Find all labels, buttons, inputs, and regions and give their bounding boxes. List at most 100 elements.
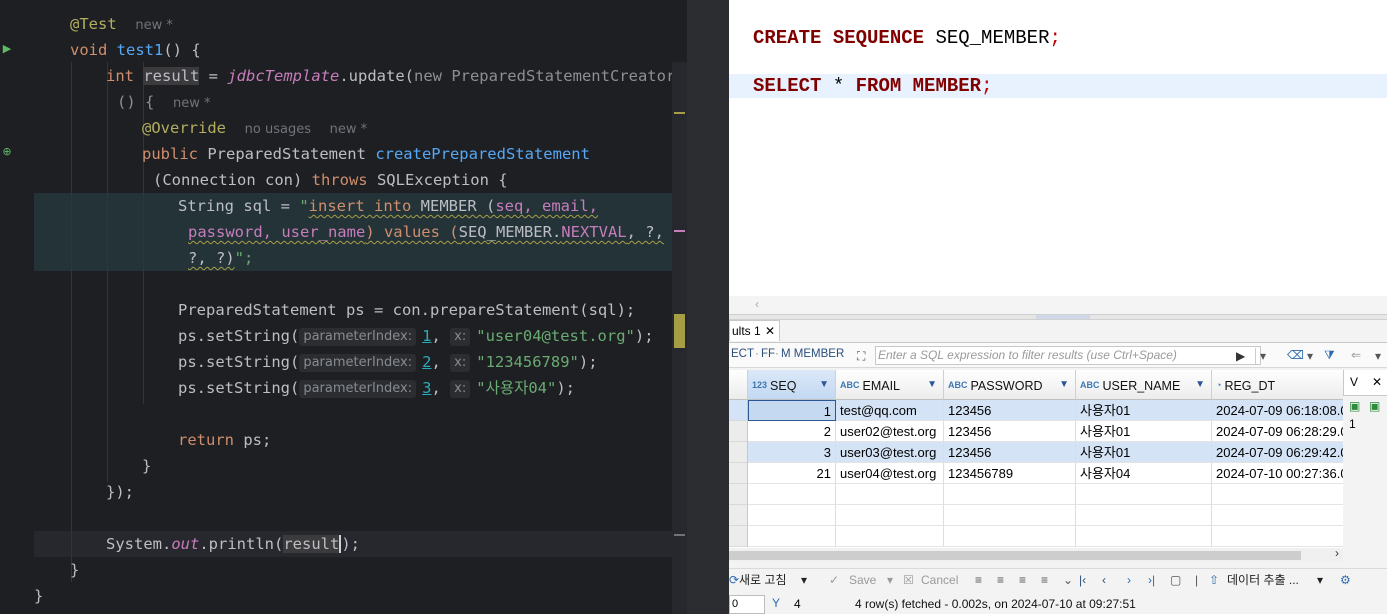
table-cell[interactable]: 사용자01 [1076,400,1212,421]
table-cell[interactable]: 123456 [944,421,1076,442]
sort-icon[interactable]: ▼ [1059,370,1069,399]
editor-scrollbar[interactable] [672,62,687,614]
tab-results[interactable]: ults 1 ✕ [729,320,780,341]
close-panel-icon[interactable]: ✕ [1372,375,1382,389]
table-cell[interactable]: 사용자04 [1076,463,1212,484]
sql-line[interactable]: SELECT * FROM MEMBER; [753,74,992,98]
code-line[interactable]: } [34,557,687,583]
code-editor[interactable]: ▶ ⊕ @Test new * void test1() { int resul… [0,0,687,614]
code-line[interactable]: void test1() { [34,37,687,63]
settings-icon[interactable]: ⚙ [1340,572,1351,588]
table-cell[interactable]: 2024-07-10 00:27:36.0 [1212,463,1343,484]
table-cell[interactable] [748,505,836,526]
scroll-right-icon[interactable]: › [1335,546,1339,560]
scroll-thumb[interactable] [729,551,1301,560]
code-line[interactable]: PreparedStatement ps = con.prepareStatem… [34,297,687,323]
table-cell[interactable] [944,484,1076,505]
sql-editor[interactable]: CREATE SEQUENCE SEQ_MEMBER; SELECT * FRO… [729,0,1387,296]
more-icon[interactable]: ⌄ [1063,572,1073,588]
highlight-marker[interactable] [674,314,685,348]
table-cell[interactable] [944,505,1076,526]
value-panel-content[interactable]: 1 [1349,417,1356,431]
table-cell[interactable]: 2 [748,421,836,442]
copy-row-icon[interactable]: ≡ [1019,572,1026,588]
code-line[interactable]: } [34,453,687,479]
last-page-icon[interactable]: ›| [1148,572,1155,588]
column-header[interactable]: ABC EMAIL ▼ [836,370,944,400]
column-header[interactable]: ABC PASSWORD ▼ [944,370,1076,400]
export-icon[interactable]: ⇧ [1209,572,1219,588]
table-cell[interactable]: 123456789 [944,463,1076,484]
dropdown-icon[interactable]: ▾ [1375,348,1381,364]
sort-icon[interactable]: ▼ [819,370,829,399]
export-button[interactable]: 데이터 추출 ... [1227,572,1299,588]
table-cell[interactable]: 2024-07-09 06:29:42.0 [1212,442,1343,463]
add-row-icon[interactable]: ≡ [997,572,1004,588]
table-cell[interactable]: 사용자01 [1076,421,1212,442]
row-number[interactable] [729,463,748,484]
table-cell[interactable]: test@qq.com [836,400,944,421]
table-cell[interactable] [836,505,944,526]
code-line[interactable]: System.out.println(result); [34,531,687,557]
save-button[interactable]: Save [849,572,876,588]
table-cell[interactable]: user03@test.org [836,442,944,463]
export-dropdown-icon[interactable]: ▾ [1317,572,1323,588]
code-line[interactable]: } [34,583,687,609]
table-cell[interactable]: 2024-07-09 06:28:29.0 [1212,421,1343,442]
close-tab-icon[interactable]: ✕ [765,321,775,341]
table-cell[interactable]: 3 [748,442,836,463]
override-method-icon[interactable]: ⊕ [0,145,14,159]
refresh-icon[interactable]: ⟳ [729,572,739,588]
row-number[interactable] [729,421,748,442]
table-cell[interactable]: user02@test.org [836,421,944,442]
table-cell[interactable] [1076,505,1212,526]
code-line[interactable]: ps.setString(parameterIndex: 2, x: "123456… [34,349,687,375]
limit-input[interactable]: 0 [729,595,765,614]
table-cell[interactable] [836,484,944,505]
table-cell[interactable]: user04@test.org [836,463,944,484]
apply-filter-icon[interactable]: ▶ [1236,348,1245,364]
scroll-left-icon[interactable]: ‹ [755,296,759,312]
code-line[interactable]: String sql = "insert into MEMBER (seq, e… [34,193,687,219]
table-cell[interactable] [1076,484,1212,505]
table-cell[interactable]: 123456 [944,400,1076,421]
expand-icon[interactable]: ⛶ [857,348,865,364]
code-line[interactable]: ?, ?)"; [34,245,687,271]
code-line[interactable]: int result = jdbcTemplate.update(new Pre… [34,63,687,89]
column-header[interactable]: ◔ REG_DT [1212,370,1343,400]
code-line[interactable]: return ps; [34,427,687,453]
table-cell[interactable]: 2024-07-09 06:18:08.0 [1212,400,1343,421]
sort-icon[interactable]: ▼ [1195,370,1205,399]
filter-input[interactable]: Enter a SQL expression to filter results… [875,346,1261,365]
table-cell[interactable] [748,526,836,547]
table-cell[interactable] [748,484,836,505]
table-cell[interactable] [836,526,944,547]
cancel-button[interactable]: Cancel [921,572,958,588]
sql-editor-hscrollbar[interactable]: ‹ [729,296,1387,314]
code-line[interactable]: ps.setString(parameterIndex: 1, x: "user04… [34,323,687,349]
sql-marker[interactable] [674,230,685,232]
fetch-icon[interactable]: ▢ [1170,572,1181,588]
run-test-icon[interactable]: ▶ [0,42,14,56]
row-number[interactable] [729,442,748,463]
column-header[interactable]: ABC USER_NAME ▼ [1076,370,1212,400]
code-line[interactable]: @Override no usages new * [34,115,687,141]
table-cell[interactable] [1212,505,1343,526]
next-page-icon[interactable]: › [1127,572,1131,588]
delete-row-icon[interactable]: ≡ [1041,572,1048,588]
refresh-dropdown-icon[interactable]: ▾ [801,572,807,588]
filter-icon[interactable]: ⧩ [1324,347,1335,363]
filter-history-icon[interactable]: ▾ [1255,348,1266,364]
code-line[interactable]: (Connection con) throws SQLException { [34,167,687,193]
code-line[interactable]: public PreparedStatement createPreparedS… [34,141,687,167]
table-cell[interactable] [1212,484,1343,505]
refresh-button[interactable]: 새로 고침 [739,572,787,588]
prev-page-icon[interactable]: ‹ [1102,572,1106,588]
column-header[interactable]: 123 SEQ ▼ [748,370,836,400]
table-cell[interactable] [1212,526,1343,547]
table-cell[interactable]: 21 [748,463,836,484]
table-cell[interactable] [944,526,1076,547]
results-grid[interactable]: 123 SEQ ▼ ABC EMAIL ▼ ABC PASSWORD ▼ ABC USER_N… [729,370,1343,548]
table-cell[interactable]: 1 [748,400,836,421]
save-value-icon[interactable]: ▣ [1349,399,1360,413]
